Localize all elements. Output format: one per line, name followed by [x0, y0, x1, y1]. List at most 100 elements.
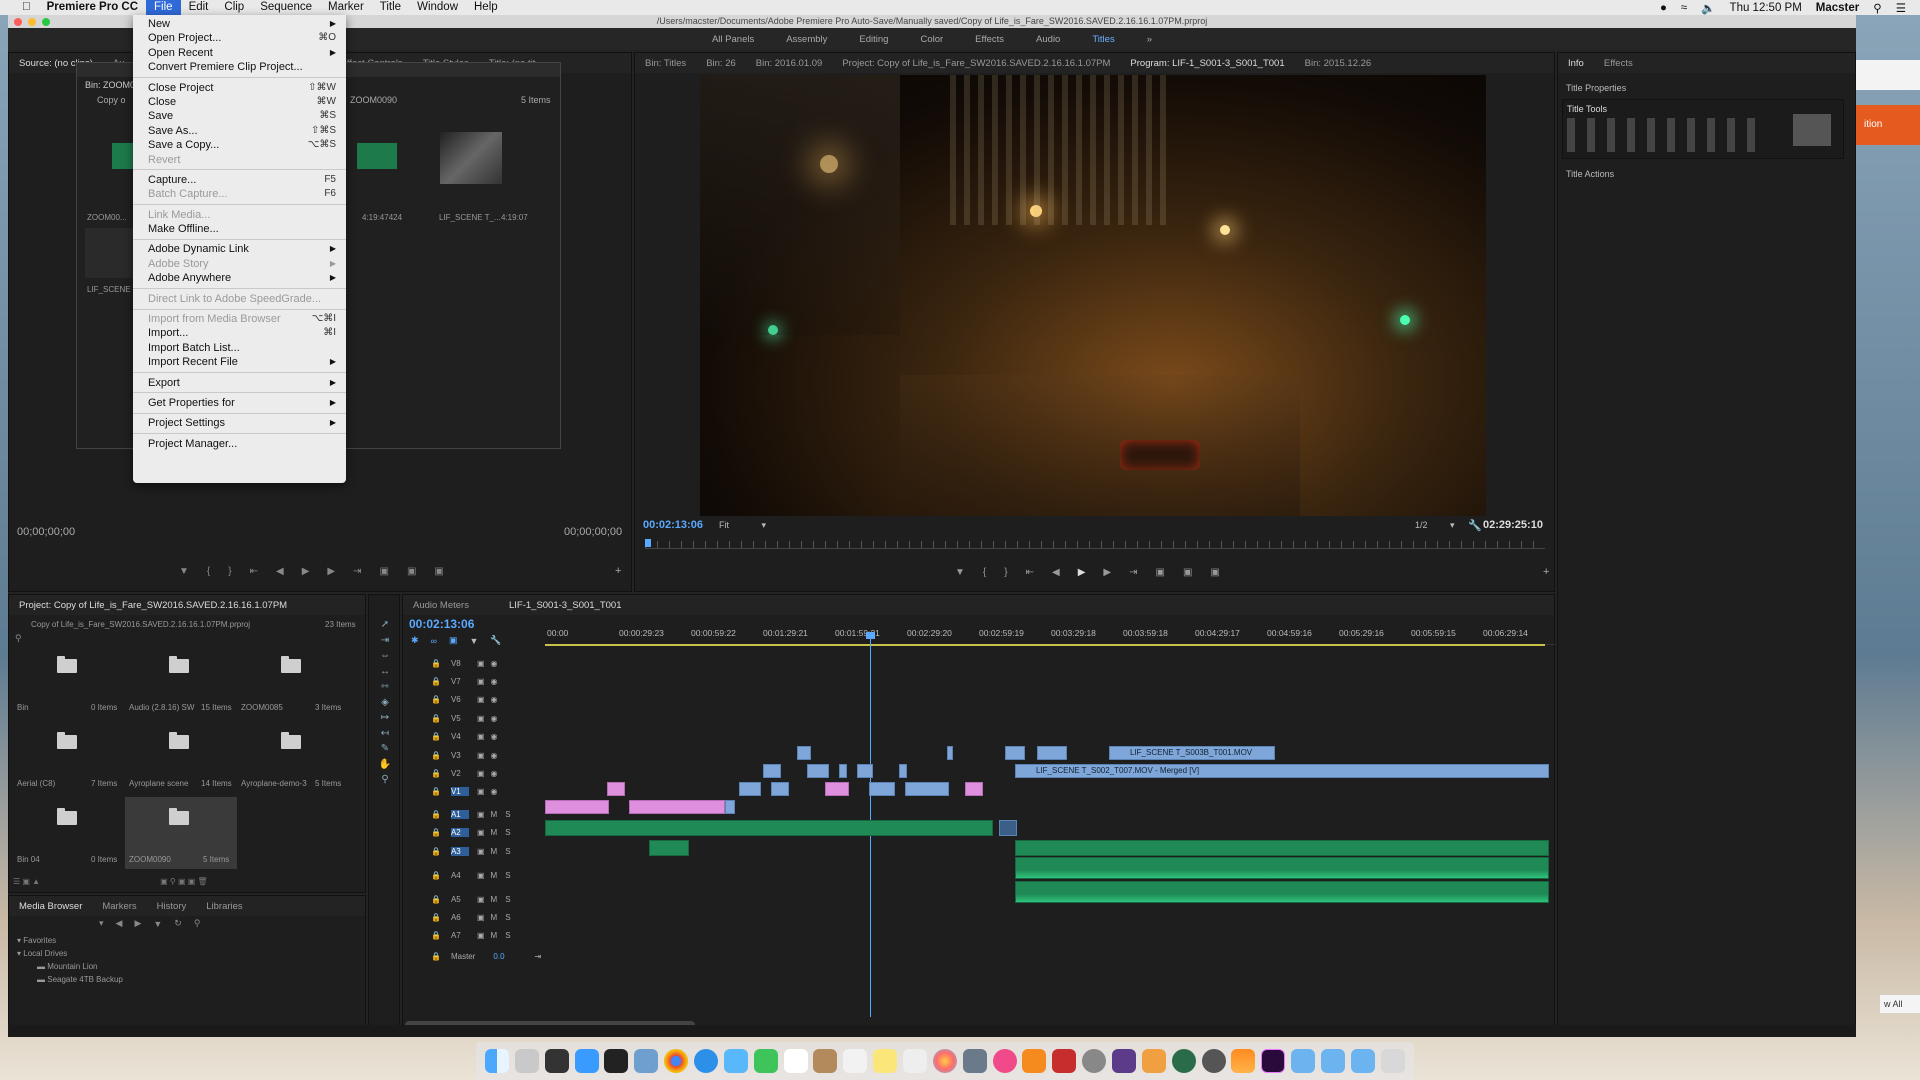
workspace-audio[interactable]: Audio	[1020, 34, 1076, 45]
tab-bin-2016[interactable]: Bin: 2016.01.09	[746, 58, 833, 69]
workspace-overflow-icon[interactable]: »	[1131, 34, 1168, 45]
clip-v4-main[interactable]: LIF_SCENE T_S003B_T001.MOV	[1109, 746, 1275, 760]
chevron-down-icon[interactable]: ▾	[99, 918, 104, 929]
lock-icon[interactable]: 🔒	[431, 751, 441, 760]
zoom-window-icon[interactable]	[42, 18, 50, 26]
bin-tile-aerial[interactable]: Aerial (C8) 7 Items	[13, 721, 125, 793]
track-header-audio[interactable]: 🔒 A4 ▣ M S	[431, 867, 539, 883]
track-header-video[interactable]: 🔒 V3 ▣ ◉	[431, 747, 539, 763]
premiere-pro-icon[interactable]	[1261, 1049, 1286, 1073]
tab-bin-titles[interactable]: Bin: Titles	[635, 58, 696, 69]
toggle-sync-icon[interactable]: ▣	[477, 714, 485, 723]
eye-icon[interactable]: ◉	[491, 751, 498, 760]
track-header-audio[interactable]: 🔒 A6 ▣ M S	[431, 909, 539, 925]
file-menu-item-save[interactable]: Save ⌘S	[133, 109, 346, 123]
toggle-sync-icon[interactable]: ▣	[477, 787, 485, 796]
drive-mountain-lion[interactable]: ▬ Mountain Lion	[37, 962, 98, 971]
lock-icon[interactable]: 🔒	[431, 787, 441, 796]
clip-v1-a[interactable]	[545, 800, 609, 814]
clip-v3-e[interactable]	[899, 764, 907, 778]
lock-icon[interactable]: 🔒	[431, 828, 441, 837]
app-menu[interactable]: Premiere Pro CC	[39, 0, 146, 15]
menu-title[interactable]: Title	[372, 0, 409, 15]
mark-in-icon[interactable]: {	[207, 566, 210, 577]
track-header-video[interactable]: 🔒 V8 ▣ ◉	[431, 655, 539, 671]
toggle-sync-icon[interactable]: ▣	[477, 677, 485, 686]
eye-icon[interactable]: ◉	[491, 695, 498, 704]
solo-button[interactable]: S	[505, 895, 510, 904]
clip-v2-c[interactable]	[771, 782, 789, 796]
mute-button[interactable]: M	[491, 895, 498, 904]
clip-v3-b[interactable]	[807, 764, 829, 778]
eye-icon[interactable]: ◉	[491, 769, 498, 778]
file-menu-item-open-project[interactable]: Open Project... ⌘O	[133, 31, 346, 45]
track-header-video[interactable]: 🔒 V5 ▣ ◉	[431, 710, 539, 726]
drive-seagate[interactable]: ▬ Seagate 4TB Backup	[37, 975, 123, 984]
eye-icon[interactable]: ◉	[491, 714, 498, 723]
clip-v4-a[interactable]	[797, 746, 811, 760]
itunes-icon[interactable]	[992, 1049, 1017, 1073]
side-app-badge[interactable]: ition	[1856, 105, 1920, 145]
overwrite-icon[interactable]: ▣	[407, 566, 416, 577]
launchpad-icon[interactable]	[514, 1049, 539, 1073]
bin-tile-ayroplane[interactable]: Ayroplane scene 14 Items	[125, 721, 237, 793]
file-menu-item-make-offline[interactable]: Make Offline...	[133, 222, 346, 236]
close-window-icon[interactable]	[14, 18, 22, 26]
clip-v2-a[interactable]	[607, 782, 625, 796]
work-area-bar[interactable]	[545, 644, 1545, 646]
downloads-folder-icon[interactable]	[1350, 1049, 1375, 1073]
program-add-button[interactable]: +	[1543, 566, 1549, 578]
track-header-audio[interactable]: 🔒 A5 ▣ M S	[431, 891, 539, 907]
tab-libraries[interactable]: Libraries	[196, 901, 252, 912]
source-add-button[interactable]: +	[615, 565, 621, 577]
lift-icon[interactable]: ▣	[1155, 567, 1164, 578]
apple-icon[interactable]: 	[14, 0, 39, 15]
finder-icon[interactable]	[484, 1049, 509, 1073]
eye-icon[interactable]: ◉	[491, 787, 498, 796]
lock-icon[interactable]: 🔒	[431, 931, 441, 940]
tab-project[interactable]: Project: Copy of Life_is_Fare_SW2016.SAV…	[9, 600, 297, 611]
lock-icon[interactable]: 🔒	[431, 871, 441, 880]
toggle-sync-icon[interactable]: ▣	[477, 847, 485, 856]
slide-tool-icon[interactable]: ↤	[375, 726, 395, 742]
slip-tool-icon[interactable]: ↦	[375, 710, 395, 726]
menu-edit[interactable]: Edit	[181, 0, 217, 15]
wrench-icon[interactable]: 🔧	[1468, 519, 1482, 532]
solo-button[interactable]: S	[505, 913, 510, 922]
source-timecode-left[interactable]: 00;00;00;00	[17, 526, 75, 538]
clock[interactable]: Thu 12:50 PM	[1730, 2, 1802, 14]
lock-icon[interactable]: 🔒	[431, 810, 441, 819]
lock-icon[interactable]: 🔒	[431, 913, 441, 922]
preview-icon[interactable]	[634, 1049, 659, 1073]
contacts-icon[interactable]	[813, 1049, 838, 1073]
zoom-tool-icon[interactable]: ⚲	[375, 772, 395, 788]
marker-icon[interactable]: ▼	[179, 566, 189, 577]
go-to-end-icon[interactable]: ⇥	[535, 952, 542, 961]
tab-sequence[interactable]: LIF-1_S001-3_S001_T001	[499, 600, 632, 611]
snap-icon[interactable]: ✱	[411, 635, 419, 646]
tab-info[interactable]: Info	[1558, 58, 1594, 69]
dashboard-icon[interactable]	[604, 1049, 629, 1073]
toggle-sync-icon[interactable]: ▣	[477, 931, 485, 940]
lock-icon[interactable]: 🔒	[431, 695, 441, 704]
menu-sequence[interactable]: Sequence	[252, 0, 320, 15]
nest-icon[interactable]: ▣	[449, 635, 458, 646]
toggle-sync-icon[interactable]: ▣	[477, 751, 485, 760]
mark-out-icon[interactable]: }	[1004, 567, 1007, 578]
solo-button[interactable]: S	[505, 847, 510, 856]
time-machine-icon[interactable]	[1171, 1049, 1196, 1073]
extract-icon[interactable]: ▣	[1183, 567, 1192, 578]
selection-tool-icon[interactable]: ➚	[375, 617, 395, 633]
toggle-sync-icon[interactable]: ▣	[477, 871, 485, 880]
track-select-tool-icon[interactable]: ⇥	[375, 633, 395, 649]
lock-icon[interactable]: 🔒	[431, 952, 441, 961]
bin-tile-bin[interactable]: Bin 0 Items	[13, 645, 125, 717]
toggle-sync-icon[interactable]: ▣	[477, 895, 485, 904]
play-icon[interactable]: ▶	[1078, 567, 1086, 578]
rate-stretch-tool-icon[interactable]: ⇿	[375, 679, 395, 695]
tab-bin-26[interactable]: Bin: 26	[696, 58, 746, 69]
tab-markers[interactable]: Markers	[92, 901, 146, 912]
tab-media-browser[interactable]: Media Browser	[9, 901, 92, 912]
wifi-icon[interactable]: ≈	[1681, 2, 1687, 14]
pen-tool-icon[interactable]: ✎	[375, 741, 395, 757]
